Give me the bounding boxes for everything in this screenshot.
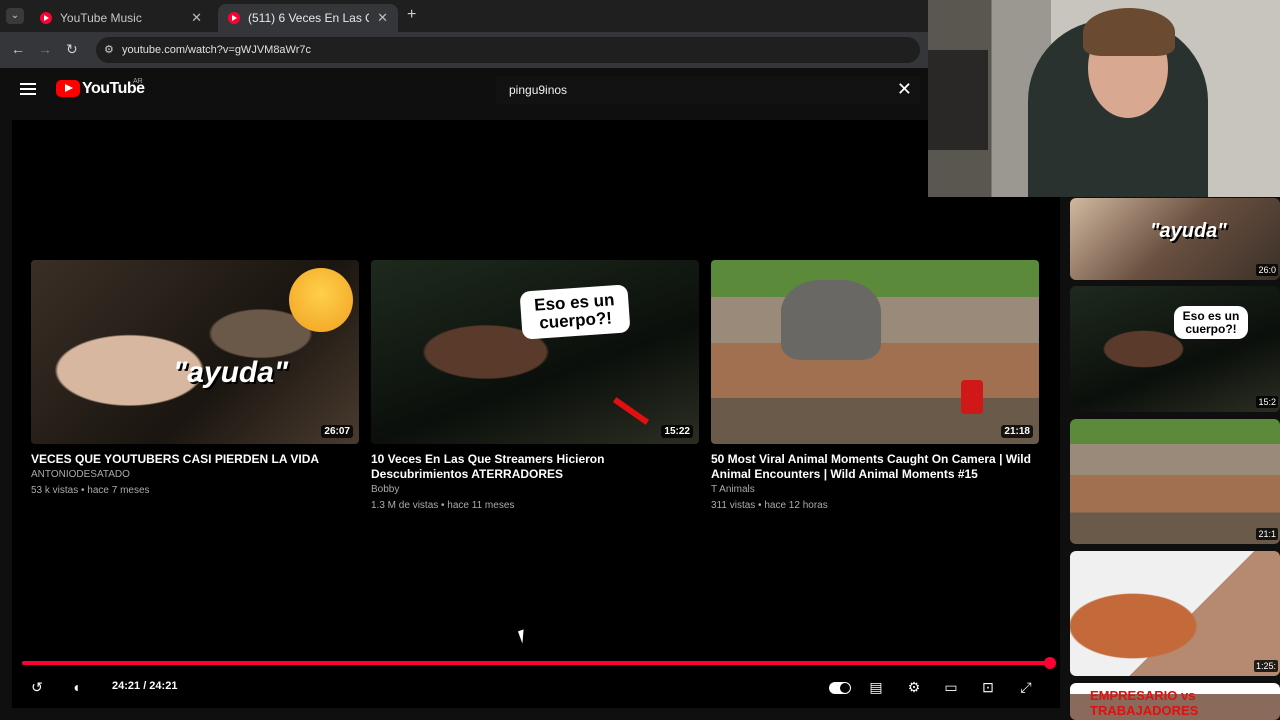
endscreen-video-card[interactable]: 21:18 50 Most Viral Animal Moments Caugh…	[711, 260, 1039, 514]
browser-tab-bar: ⌄ YouTube Music ✕ (511) 6 Veces En Las Q…	[0, 0, 928, 32]
video-meta: 1.3 M de vistas • hace 11 meses	[371, 500, 515, 511]
clear-search-icon[interactable]: ✕	[897, 79, 912, 100]
video-thumbnail[interactable]: Eso es un cuerpo?! 15:22	[371, 260, 699, 444]
youtube-music-favicon-icon	[40, 12, 52, 24]
video-duration: 15:2	[1256, 396, 1278, 408]
sidebar-video-item[interactable]: 1:25:	[1070, 551, 1280, 676]
thumbnail-overlay-text: EMPRESARIO vs TRABAJADORES	[1090, 688, 1199, 718]
address-bar-row: ← → ↻ ⚙ youtube.com/watch?v=gWJVM8aWr7c	[0, 32, 928, 68]
subtitles-icon[interactable]: ▤	[866, 677, 886, 697]
video-title[interactable]: 50 Most Viral Animal Moments Caught On C…	[711, 452, 1039, 482]
video-player[interactable]: "ayuda" 26:07 VECES QUE YOUTUBERS CASI P…	[12, 120, 1060, 708]
cast-icon[interactable]: ⊡	[978, 677, 998, 697]
endscreen-video-card[interactable]: Eso es un cuerpo?! 15:22 10 Veces En Las…	[371, 260, 699, 514]
progress-bar[interactable]	[22, 661, 1048, 665]
video-channel[interactable]: ANTONIODESATADO	[31, 467, 359, 483]
video-meta: 311 vistas • hace 12 horas	[711, 500, 828, 511]
youtube-favicon-icon	[228, 12, 240, 24]
person-shape	[961, 380, 983, 414]
youtube-logo-icon[interactable]	[56, 80, 80, 97]
search-input[interactable]: pingu9inos ✕	[496, 76, 920, 104]
video-duration: 21:18	[1001, 425, 1033, 438]
progress-scrubber[interactable]	[1044, 657, 1056, 669]
autoplay-toggle[interactable]	[828, 677, 852, 697]
back-arrow-icon[interactable]: ←	[11, 41, 25, 57]
webcam-person-hair	[1083, 8, 1175, 56]
thumbnail-overlay-text: Eso es un cuerpo?!	[519, 284, 631, 340]
tab-youtube-music[interactable]: YouTube Music ✕	[30, 4, 212, 32]
video-duration: 26:0	[1256, 264, 1278, 276]
site-info-icon[interactable]: ⚙	[104, 37, 114, 63]
video-channel[interactable]: T Animals	[711, 482, 1039, 498]
video-meta: 53 k vistas • hace 7 meses	[31, 485, 150, 496]
url-text: youtube.com/watch?v=gWJVM8aWr7c	[122, 44, 312, 56]
sidebar-video-item[interactable]: 21:1	[1070, 419, 1280, 544]
sidebar-video-item[interactable]: "ayuda" 26:0	[1070, 198, 1280, 280]
tab-title: YouTube Music	[60, 11, 142, 25]
video-thumbnail[interactable]: 21:18	[711, 260, 1039, 444]
video-duration: 15:22	[661, 425, 693, 438]
country-code: AR	[133, 78, 143, 85]
forward-arrow-icon[interactable]: →	[38, 41, 52, 57]
time-display: 24:21 / 24:21	[112, 680, 178, 692]
sidebar-video-item[interactable]: Eso es un cuerpo?! 15:2	[1070, 286, 1280, 412]
video-title[interactable]: VECES QUE YOUTUBERS CASI PIERDEN LA VIDA	[31, 452, 359, 467]
reload-icon[interactable]: ↻	[66, 41, 78, 58]
thumbnail-overlay-text: "ayuda"	[1150, 220, 1227, 242]
elephant-shape	[781, 280, 881, 360]
tab-title: (511) 6 Veces En Las Que YouTu	[248, 11, 369, 25]
volume-icon[interactable]: ◖	[66, 677, 86, 697]
youtube-header: YouTube AR pingu9inos ✕	[0, 68, 928, 120]
video-thumbnail[interactable]: "ayuda" 26:07	[31, 260, 359, 444]
replay-icon[interactable]: ↺	[27, 677, 47, 697]
tab-close-icon[interactable]: ✕	[377, 10, 388, 26]
webcam-overlay	[928, 0, 1280, 197]
sidebar-video-item[interactable]: EMPRESARIO vs TRABAJADORES	[1070, 683, 1280, 720]
thumbnail-overlay-text: Eso es un cuerpo?!	[1174, 306, 1248, 340]
video-duration: 26:07	[321, 425, 353, 438]
video-channel[interactable]: Bobby	[371, 482, 699, 498]
thumbnail-overlay-text: "ayuda"	[173, 356, 289, 389]
video-title[interactable]: 10 Veces En Las Que Streamers Hicieron D…	[371, 452, 699, 482]
red-arrow-icon	[612, 397, 650, 425]
menu-hamburger-icon[interactable]	[20, 83, 36, 95]
tab-youtube-video[interactable]: (511) 6 Veces En Las Que YouTu ✕	[218, 4, 398, 32]
theater-mode-icon[interactable]: ▭	[941, 677, 961, 697]
search-query: pingu9inos	[509, 83, 568, 97]
new-tab-button[interactable]: +	[407, 6, 416, 24]
webcam-background-shelf	[928, 50, 988, 150]
url-field[interactable]: ⚙ youtube.com/watch?v=gWJVM8aWr7c	[96, 37, 920, 63]
settings-gear-icon[interactable]: ⚙	[904, 677, 924, 697]
tab-search-chevron-icon[interactable]: ⌄	[6, 8, 24, 24]
video-duration: 21:1	[1256, 528, 1278, 540]
video-duration: 1:25:	[1253, 660, 1278, 672]
fullscreen-icon[interactable]: ⤢	[1016, 677, 1036, 697]
endscreen-video-card[interactable]: "ayuda" 26:07 VECES QUE YOUTUBERS CASI P…	[31, 260, 359, 499]
scared-emoji-icon	[289, 268, 353, 332]
tab-close-icon[interactable]: ✕	[191, 10, 202, 26]
